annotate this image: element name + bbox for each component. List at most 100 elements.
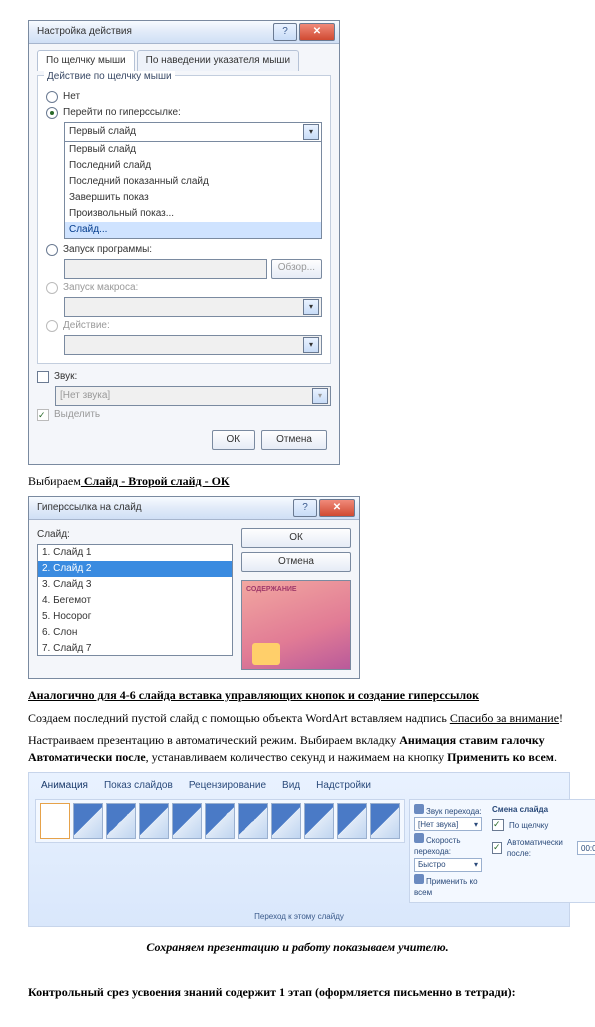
instruction-text: Выбираем Слайд - Второй слайд - ОК [28, 473, 567, 490]
save-instruction: Сохраняем презентацию и работу показывае… [28, 939, 567, 956]
paragraph: Создаем последний пустой слайд с помощью… [28, 710, 567, 727]
list-item[interactable]: 5. Носорог [38, 609, 232, 625]
close-button[interactable]: ✕ [299, 23, 335, 41]
transition-item[interactable] [73, 803, 103, 839]
sound-dropdown[interactable]: [Нет звука]▾ [414, 817, 482, 831]
dialog-title: Настройка действия [37, 25, 132, 39]
auto-after-checkbox[interactable] [492, 842, 502, 854]
sound-checkbox[interactable] [37, 371, 49, 383]
titlebar: Настройка действия ? ✕ [29, 21, 339, 44]
list-item[interactable]: 6. Слон [38, 625, 232, 641]
dialog-title: Гиперссылка на слайд [37, 501, 142, 515]
paragraph: Аналогично для 4-6 слайда вставка управл… [28, 687, 567, 704]
group-label: Действие по щелчку мыши [44, 71, 175, 82]
help-button[interactable]: ? [293, 499, 317, 517]
combo-value: Первый слайд [69, 125, 136, 139]
ribbon-tab-animation[interactable]: Анимация [39, 777, 90, 795]
list-item[interactable]: 1. Слайд 1 [38, 545, 232, 561]
slide-preview: СОДЕРЖАНИЕ [241, 580, 351, 670]
sound-value: [Нет звука] [60, 389, 110, 403]
chevron-down-icon: ▾ [303, 299, 319, 315]
macro-combo: ▾ [64, 297, 322, 317]
help-button[interactable]: ? [273, 23, 297, 41]
sound-combo: [Нет звука] ▾ [55, 386, 331, 406]
radio-none[interactable] [46, 91, 58, 103]
hyperlink-slide-dialog: Гиперссылка на слайд ? ✕ Слайд: 1. Слайд… [28, 496, 360, 679]
auto-after-spinner[interactable]: 00:06▴ [577, 841, 595, 855]
highlight-label: Выделить [54, 408, 100, 422]
transition-none[interactable] [40, 803, 70, 839]
program-path-input [64, 259, 267, 279]
transition-item[interactable] [205, 803, 235, 839]
sound-icon [414, 804, 424, 814]
list-item[interactable]: Завершить показ [65, 190, 321, 206]
cancel-button[interactable]: Отмена [261, 430, 327, 450]
radio-run-label: Запуск программы: [63, 243, 152, 257]
radio-hyperlink-label: Перейти по гиперссылке: [63, 106, 181, 120]
ribbon-tab-slideshow[interactable]: Показ слайдов [102, 777, 175, 795]
transition-item[interactable] [271, 803, 301, 839]
list-item[interactable]: Последний слайд [65, 158, 321, 174]
chevron-down-icon: ▾ [312, 388, 328, 404]
transition-item[interactable] [304, 803, 334, 839]
control-heading: Контрольный срез усвоения знаний содержи… [28, 984, 567, 1001]
titlebar: Гиперссылка на слайд ? ✕ [29, 497, 359, 520]
hyperlink-listbox[interactable]: Первый слайд Последний слайд Последний п… [64, 141, 322, 239]
radio-action-label: Действие: [63, 319, 110, 333]
highlight-checkbox [37, 409, 49, 421]
tab-click[interactable]: По щелчку мыши [37, 50, 135, 71]
slide-list-label: Слайд: [37, 528, 233, 542]
transition-item[interactable] [370, 803, 400, 839]
transition-item[interactable] [139, 803, 169, 839]
radio-run-program[interactable] [46, 244, 58, 256]
list-item[interactable]: Последний показанный слайд [65, 174, 321, 190]
radio-action [46, 320, 58, 332]
apply-all-icon [414, 874, 424, 884]
ok-button[interactable]: ОК [241, 528, 351, 548]
speed-dropdown[interactable]: Быстро▾ [414, 858, 482, 872]
change-slide-label: Смена слайда [492, 804, 595, 815]
transition-gallery[interactable] [35, 799, 405, 843]
action-settings-dialog: Настройка действия ? ✕ По щелчку мыши По… [28, 20, 340, 465]
list-item-selected[interactable]: Слайд... [65, 222, 321, 238]
preview-image-icon [252, 643, 280, 665]
paragraph: Настраиваем презентацию в автоматический… [28, 732, 567, 766]
list-item[interactable]: Произвольный показ... [65, 206, 321, 222]
auto-after-label: Автоматически после: [507, 837, 572, 859]
list-item[interactable]: 4. Бегемот [38, 593, 232, 609]
ribbon-tab-view[interactable]: Вид [280, 777, 302, 795]
radio-macro [46, 282, 58, 294]
radio-none-label: Нет [63, 90, 80, 104]
list-item[interactable]: Первый слайд [65, 142, 321, 158]
browse-button: Обзор... [271, 259, 322, 279]
chevron-down-icon: ▾ [303, 337, 319, 353]
ribbon-tab-review[interactable]: Рецензирование [187, 777, 268, 795]
radio-macro-label: Запуск макроса: [63, 281, 138, 295]
radio-hyperlink[interactable] [46, 107, 58, 119]
ribbon-tab-addins[interactable]: Надстройки [314, 777, 373, 795]
list-item-selected[interactable]: 2. Слайд 2 [38, 561, 232, 577]
click-action-group: Действие по щелчку мыши Нет Перейти по г… [37, 75, 331, 364]
sound-label: Звук: [54, 370, 77, 384]
close-button[interactable]: ✕ [319, 499, 355, 517]
ok-button[interactable]: ОК [212, 430, 256, 450]
ribbon-group-label: Переход к этому слайду [29, 909, 569, 926]
transition-item[interactable] [337, 803, 367, 839]
tab-hover[interactable]: По наведении указателя мыши [137, 50, 299, 71]
sound-label: Звук перехода: [426, 807, 482, 816]
chevron-down-icon: ▾ [474, 859, 478, 870]
chevron-down-icon[interactable]: ▾ [303, 124, 319, 140]
transition-item[interactable] [238, 803, 268, 839]
transition-item[interactable] [172, 803, 202, 839]
transition-item[interactable] [106, 803, 136, 839]
slide-listbox[interactable]: 1. Слайд 1 2. Слайд 2 3. Слайд 3 4. Беге… [37, 544, 233, 656]
by-click-label: По щелчку [509, 820, 548, 831]
chevron-down-icon: ▾ [474, 819, 478, 830]
hyperlink-combo[interactable]: Первый слайд ▾ [64, 122, 322, 142]
list-item[interactable]: 3. Слайд 3 [38, 577, 232, 593]
by-click-checkbox[interactable] [492, 819, 504, 831]
action-combo: ▾ [64, 335, 322, 355]
list-item[interactable]: 7. Слайд 7 [38, 641, 232, 656]
preview-title: СОДЕРЖАНИЕ [246, 585, 346, 595]
cancel-button[interactable]: Отмена [241, 552, 351, 572]
